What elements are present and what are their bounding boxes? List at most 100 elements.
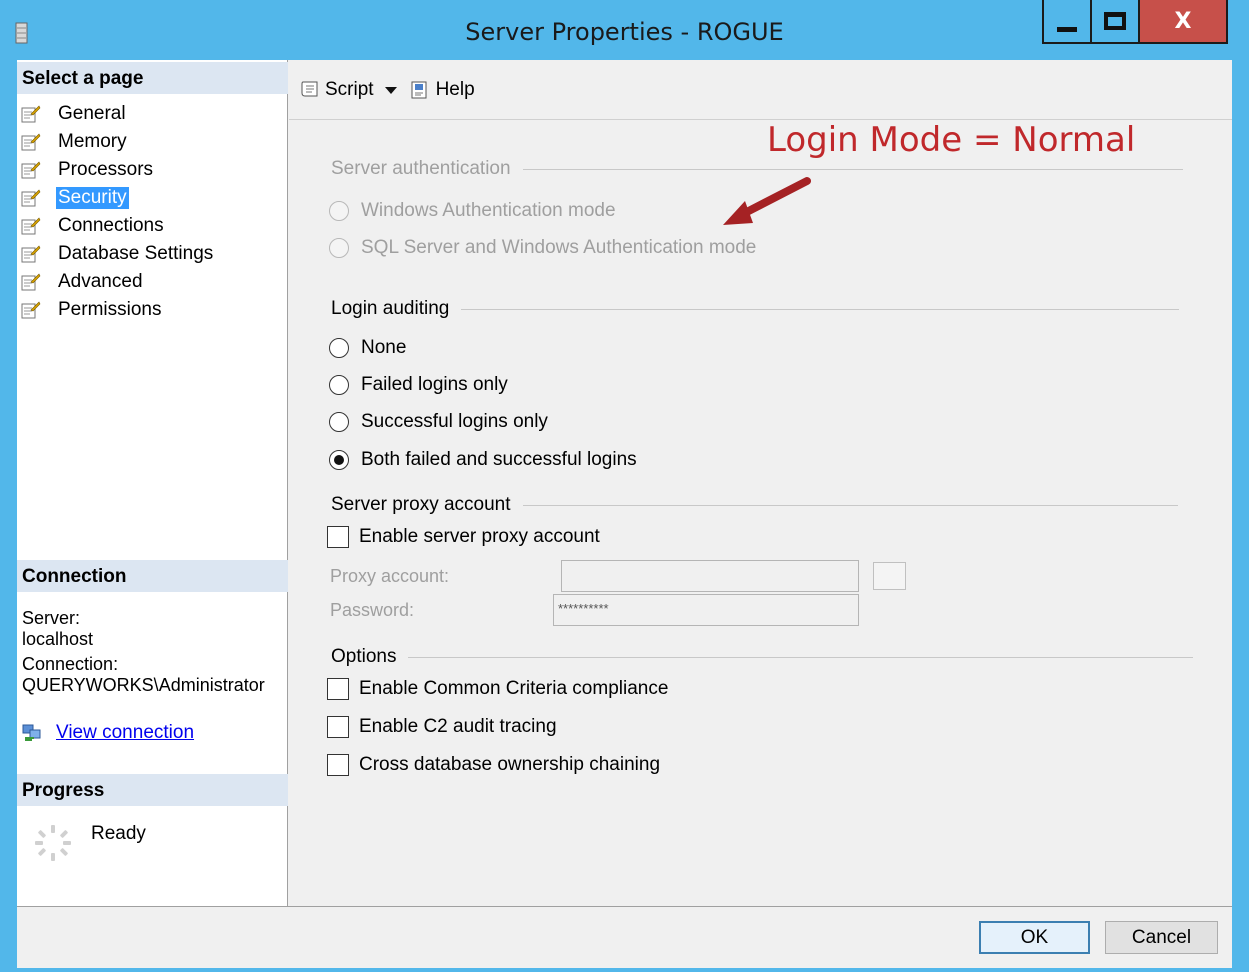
page-properties-icon — [21, 273, 41, 291]
page-label: Permissions — [58, 299, 162, 320]
page-label: General — [58, 103, 126, 124]
maximize-icon — [1104, 12, 1126, 30]
proxy-account-field[interactable] — [561, 560, 859, 592]
page-properties-icon — [21, 217, 41, 235]
audit-successful-radio[interactable]: Successful logins only — [329, 411, 548, 433]
connection-label: Connection: — [22, 654, 119, 674]
page-label: Security — [56, 187, 129, 209]
enable-proxy-label: Enable server proxy account — [359, 526, 600, 547]
enable-proxy-checkbox-row[interactable]: Enable server proxy account — [327, 526, 600, 548]
server-authentication-label: Server authentication — [331, 158, 511, 179]
audit-failed-label: Failed logins only — [361, 374, 508, 395]
minimize-icon — [1057, 26, 1077, 32]
radio-button[interactable] — [329, 238, 349, 258]
radio-button-selected[interactable] — [329, 450, 349, 470]
radio-button[interactable] — [329, 412, 349, 432]
left-pane: Select a page General Memory Processors … — [17, 60, 288, 906]
c2-audit-checkbox-row[interactable]: Enable C2 audit tracing — [327, 716, 557, 738]
server-label: Server: — [22, 608, 81, 628]
radio-button[interactable] — [329, 338, 349, 358]
ok-button[interactable]: OK — [979, 921, 1090, 954]
windows-auth-radio[interactable]: Windows Authentication mode — [329, 200, 616, 222]
radio-dot — [334, 455, 344, 465]
close-icon: X — [1174, 8, 1192, 34]
server-proxy-group-title: Server proxy account — [331, 494, 1178, 516]
maximize-button[interactable] — [1090, 0, 1140, 44]
annotation-arrow-icon — [723, 177, 811, 225]
title-bar[interactable]: Server Properties - ROGUE X — [0, 0, 1249, 60]
c2-audit-label: Enable C2 audit tracing — [359, 716, 557, 737]
page-item-general[interactable]: General — [21, 100, 215, 128]
connection-header: Connection — [17, 560, 288, 592]
cross-db-chaining-checkbox-row[interactable]: Cross database ownership chaining — [327, 754, 660, 776]
script-label: Script — [325, 78, 374, 100]
close-button[interactable]: X — [1138, 0, 1228, 44]
proxy-account-label: Proxy account: — [330, 566, 450, 586]
help-label: Help — [435, 78, 475, 100]
server-value: localhost — [22, 629, 94, 649]
enable-proxy-checkbox[interactable] — [327, 526, 349, 548]
page-properties-icon — [21, 105, 41, 123]
help-icon — [411, 81, 427, 98]
page-item-memory[interactable]: Memory — [21, 128, 215, 156]
audit-successful-label: Successful logins only — [361, 411, 548, 432]
page-properties-icon — [21, 189, 41, 207]
page-item-security[interactable]: Security — [21, 184, 215, 212]
page-item-advanced[interactable]: Advanced — [21, 268, 215, 296]
c2-audit-checkbox[interactable] — [327, 716, 349, 738]
login-auditing-group-title: Login auditing — [331, 298, 1180, 320]
annotation-text: Login Mode = Normal — [767, 120, 1136, 160]
view-connection-link-row[interactable]: View connection — [22, 722, 194, 744]
toolbar: Script Help — [289, 60, 1232, 120]
dropdown-arrow-icon[interactable] — [384, 85, 398, 95]
page-label: Connections — [58, 215, 164, 236]
audit-both-label: Both failed and successful logins — [361, 449, 637, 470]
common-criteria-checkbox-row[interactable]: Enable Common Criteria compliance — [327, 678, 668, 700]
password-field[interactable]: ********** — [553, 594, 859, 626]
audit-none-label: None — [361, 337, 407, 358]
common-criteria-checkbox[interactable] — [327, 678, 349, 700]
security-page-content: Server authentication Windows Authentica… — [289, 120, 1232, 906]
password-label: Password: — [330, 600, 415, 620]
divider — [522, 168, 1183, 170]
cancel-button[interactable]: Cancel — [1105, 921, 1218, 954]
script-button[interactable]: Script — [299, 79, 398, 101]
page-item-permissions[interactable]: Permissions — [21, 296, 215, 324]
connection-info: Server: localhost Connection: QUERYWORKS… — [22, 608, 284, 696]
select-page-header: Select a page — [17, 62, 288, 94]
windows-auth-label: Windows Authentication mode — [361, 200, 616, 221]
page-properties-icon — [21, 133, 41, 151]
divider — [461, 308, 1180, 310]
sql-windows-auth-radio[interactable]: SQL Server and Windows Authentication mo… — [329, 237, 756, 259]
page-item-database-settings[interactable]: Database Settings — [21, 240, 215, 268]
proxy-account-browse-button[interactable] — [873, 562, 906, 590]
script-icon — [301, 81, 318, 96]
audit-none-radio[interactable]: None — [329, 337, 406, 359]
radio-button[interactable] — [329, 375, 349, 395]
connection-value: QUERYWORKS\Administrator — [22, 675, 265, 695]
common-criteria-label: Enable Common Criteria compliance — [359, 678, 669, 699]
progress-spinner-icon — [35, 825, 71, 861]
progress-header: Progress — [17, 774, 288, 806]
help-button[interactable]: Help — [410, 79, 475, 101]
page-label: Processors — [58, 159, 154, 180]
page-item-processors[interactable]: Processors — [21, 156, 215, 184]
audit-both-radio[interactable]: Both failed and successful logins — [329, 449, 637, 471]
audit-failed-radio[interactable]: Failed logins only — [329, 374, 508, 396]
minimize-button[interactable] — [1042, 0, 1092, 44]
page-label: Database Settings — [58, 243, 214, 264]
progress-status-text: Ready — [91, 823, 146, 844]
divider — [408, 656, 1194, 658]
radio-button[interactable] — [329, 201, 349, 221]
options-group-title: Options — [331, 646, 1194, 668]
page-properties-icon — [21, 161, 41, 179]
server-properties-window: Server Properties - ROGUE X Select a pag… — [0, 0, 1249, 972]
page-item-connections[interactable]: Connections — [21, 212, 215, 240]
login-auditing-label: Login auditing — [331, 298, 450, 319]
dialog-client-area: Select a page General Memory Processors … — [17, 60, 1232, 968]
view-connection-link[interactable]: View connection — [56, 722, 194, 744]
cross-db-chaining-checkbox[interactable] — [327, 754, 349, 776]
dialog-button-bar: OK Cancel — [17, 906, 1232, 968]
progress-status: Ready — [33, 823, 146, 863]
server-proxy-label: Server proxy account — [331, 494, 511, 515]
